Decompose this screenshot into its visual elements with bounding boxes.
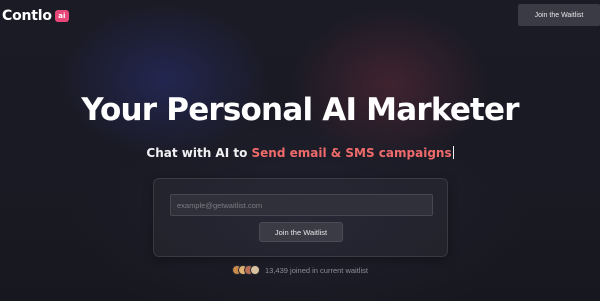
subtitle-static-text: Chat with AI to [146, 146, 252, 160]
waitlist-stats: 13,439 joined in current waitlist [0, 265, 600, 275]
hero-title: Your Personal AI Marketer [81, 92, 519, 128]
email-input[interactable] [170, 194, 433, 216]
brand-logo[interactable]: Contlo ai [2, 8, 69, 24]
waitlist-count-text: 13,439 joined in current waitlist [265, 265, 368, 275]
hero-subtitle: Chat with AI to Send email & SMS campaig… [0, 146, 600, 160]
typing-cursor [452, 146, 454, 159]
ai-badge-icon: ai [54, 10, 69, 22]
join-waitlist-submit-button[interactable]: Join the Waitlist [259, 222, 343, 242]
logo-text: Contlo [2, 8, 52, 24]
avatar [250, 265, 260, 275]
join-waitlist-nav-button[interactable]: Join the Waitlist [518, 4, 600, 26]
avatar-stack [232, 265, 260, 275]
subtitle-typed-text: Send email & SMS campaigns [251, 146, 452, 160]
waitlist-form-card: Join the Waitlist [153, 178, 448, 257]
